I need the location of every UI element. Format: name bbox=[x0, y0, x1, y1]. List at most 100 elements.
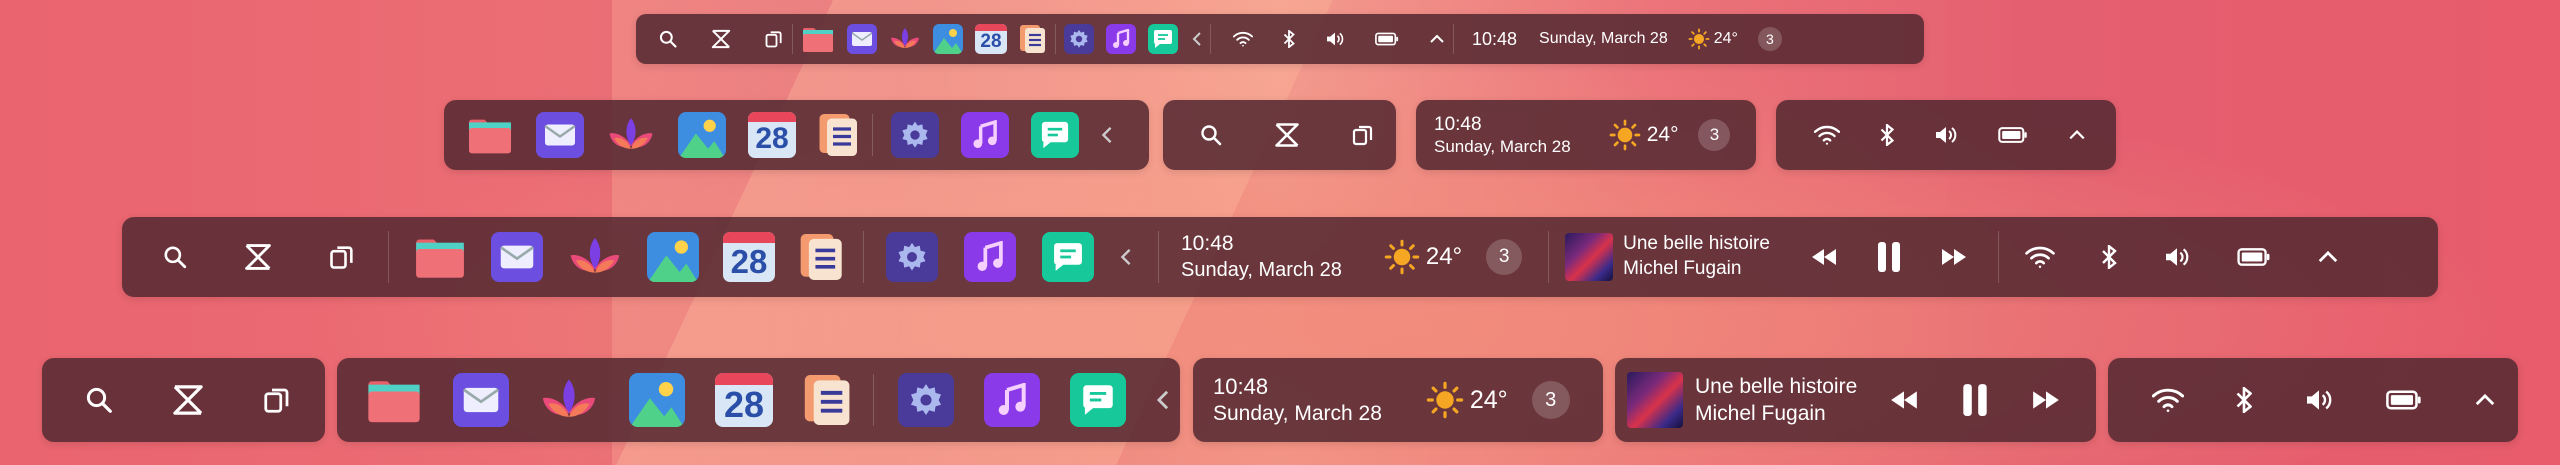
wifi-icon[interactable] bbox=[1814, 125, 1840, 145]
chevron-up-icon[interactable] bbox=[1429, 34, 1445, 44]
system-tray bbox=[2152, 387, 2496, 413]
weather-widget[interactable]: 24° bbox=[1688, 28, 1738, 50]
music-app-icon[interactable] bbox=[964, 232, 1016, 282]
bluetooth-icon[interactable] bbox=[1880, 124, 1894, 146]
volume-icon[interactable] bbox=[2304, 388, 2334, 412]
search-icon[interactable] bbox=[658, 29, 678, 49]
clock-area[interactable]: 10:48 Sunday, March 28 bbox=[1213, 373, 1382, 427]
task-view-icon[interactable] bbox=[328, 243, 356, 271]
battery-icon[interactable] bbox=[1375, 32, 1399, 46]
previous-track-icon[interactable] bbox=[1810, 248, 1838, 266]
volume-icon[interactable] bbox=[1325, 31, 1345, 47]
chevron-left-icon[interactable] bbox=[1101, 125, 1113, 145]
task-view-icon[interactable] bbox=[1351, 123, 1375, 147]
launcher-icon[interactable] bbox=[710, 29, 732, 49]
messages-app-icon[interactable] bbox=[1031, 112, 1079, 158]
notification-count: 3 bbox=[1709, 125, 1720, 144]
notes-app-icon[interactable] bbox=[818, 112, 860, 158]
photos-app-icon[interactable] bbox=[678, 112, 726, 158]
wifi-icon[interactable] bbox=[1233, 31, 1253, 47]
launcher-icon[interactable] bbox=[1273, 122, 1301, 148]
chevron-left-icon[interactable] bbox=[1120, 247, 1132, 267]
settings-app-icon[interactable] bbox=[886, 232, 938, 282]
battery-icon[interactable] bbox=[1998, 127, 2028, 143]
calendar-app-icon[interactable]: 28 bbox=[723, 232, 775, 282]
media-info: Une belle histoire Michel Fugain bbox=[1695, 373, 1857, 428]
clock-area[interactable]: 10:48 Sunday, March 28 bbox=[1181, 231, 1342, 282]
lotus-app-icon[interactable] bbox=[889, 24, 921, 54]
bluetooth-icon[interactable] bbox=[2101, 245, 2117, 269]
lotus-app-icon[interactable] bbox=[567, 231, 623, 283]
pinned-apps: 28 bbox=[413, 231, 845, 283]
calendar-app-icon[interactable]: 28 bbox=[715, 373, 773, 427]
wifi-icon[interactable] bbox=[2025, 246, 2055, 268]
media-player: Une belle histoire Michel Fugain bbox=[1565, 232, 1968, 281]
volume-icon[interactable] bbox=[1934, 125, 1958, 145]
settings-app-icon[interactable] bbox=[898, 373, 954, 427]
photos-app-icon[interactable] bbox=[933, 24, 963, 54]
calendar-app-icon[interactable]: 28 bbox=[975, 24, 1007, 54]
search-icon[interactable] bbox=[84, 385, 114, 415]
calendar-app-icon[interactable]: 28 bbox=[748, 112, 796, 158]
next-track-icon[interactable] bbox=[1940, 248, 1968, 266]
files-app-icon[interactable] bbox=[801, 24, 835, 54]
notes-app-icon[interactable] bbox=[803, 373, 853, 427]
pause-icon[interactable] bbox=[1876, 241, 1902, 273]
launcher-icon[interactable] bbox=[242, 243, 274, 271]
chevron-left-icon[interactable] bbox=[1156, 389, 1170, 411]
weather-widget[interactable]: 24° bbox=[1384, 239, 1462, 275]
photos-app-icon[interactable] bbox=[629, 373, 685, 427]
weather-widget[interactable]: 24° bbox=[1426, 381, 1508, 419]
search-icon[interactable] bbox=[1199, 123, 1223, 147]
search-icon[interactable] bbox=[162, 244, 188, 270]
volume-icon[interactable] bbox=[2163, 246, 2191, 268]
chevron-left-icon[interactable] bbox=[1192, 31, 1202, 47]
notification-badge[interactable]: 3 bbox=[1486, 239, 1523, 275]
battery-icon[interactable] bbox=[2386, 390, 2422, 410]
notes-app-icon[interactable] bbox=[799, 232, 845, 282]
clock-area[interactable]: 10:48 Sunday, March 28 bbox=[1434, 113, 1571, 158]
media-controls bbox=[1889, 383, 2061, 417]
clock-area[interactable]: 10:48 Sunday, March 28 bbox=[1472, 29, 1668, 50]
mail-app-icon[interactable] bbox=[847, 24, 877, 54]
files-app-icon[interactable] bbox=[365, 374, 423, 426]
weather-widget[interactable]: 24° bbox=[1609, 119, 1678, 151]
lotus-app-icon[interactable] bbox=[539, 372, 599, 428]
notification-badge[interactable]: 3 bbox=[1531, 381, 1570, 419]
taskbar-compact: 28 10:48 Sunday, March 28 24° 3 bbox=[636, 14, 1924, 64]
chevron-up-icon[interactable] bbox=[2068, 129, 2086, 141]
chevron-up-icon[interactable] bbox=[2317, 250, 2339, 264]
photos-app-icon[interactable] bbox=[647, 232, 699, 282]
music-app-icon[interactable] bbox=[961, 112, 1009, 158]
task-view-icon[interactable] bbox=[764, 29, 784, 49]
task-view-icon[interactable] bbox=[262, 385, 292, 415]
bluetooth-icon[interactable] bbox=[1283, 30, 1295, 48]
messages-app-icon[interactable] bbox=[1148, 24, 1178, 54]
files-app-icon[interactable] bbox=[466, 114, 514, 156]
previous-track-icon[interactable] bbox=[1889, 390, 1919, 410]
wifi-icon[interactable] bbox=[2152, 388, 2184, 412]
messages-app-icon[interactable] bbox=[1070, 373, 1126, 427]
mail-app-icon[interactable] bbox=[536, 112, 584, 158]
notification-badge[interactable]: 3 bbox=[1757, 27, 1782, 51]
chevron-up-icon[interactable] bbox=[2474, 393, 2496, 407]
launcher-icon[interactable] bbox=[170, 384, 206, 416]
settings-app-icon[interactable] bbox=[1064, 24, 1094, 54]
settings-app-icon[interactable] bbox=[891, 112, 939, 158]
album-art[interactable] bbox=[1565, 233, 1614, 281]
notification-badge[interactable]: 3 bbox=[1698, 119, 1731, 151]
notes-app-icon[interactable] bbox=[1019, 24, 1047, 54]
bluetooth-icon[interactable] bbox=[2236, 387, 2252, 413]
notification-count: 3 bbox=[1545, 388, 1557, 411]
next-track-icon[interactable] bbox=[2031, 390, 2061, 410]
album-art[interactable] bbox=[1627, 372, 1683, 428]
battery-icon[interactable] bbox=[2237, 248, 2271, 266]
lotus-app-icon[interactable] bbox=[606, 112, 656, 158]
mail-app-icon[interactable] bbox=[453, 373, 509, 427]
mail-app-icon[interactable] bbox=[491, 232, 543, 282]
music-app-icon[interactable] bbox=[984, 373, 1040, 427]
messages-app-icon[interactable] bbox=[1042, 232, 1094, 282]
music-app-icon[interactable] bbox=[1106, 24, 1136, 54]
pause-icon[interactable] bbox=[1961, 383, 1989, 417]
files-app-icon[interactable] bbox=[413, 233, 467, 281]
